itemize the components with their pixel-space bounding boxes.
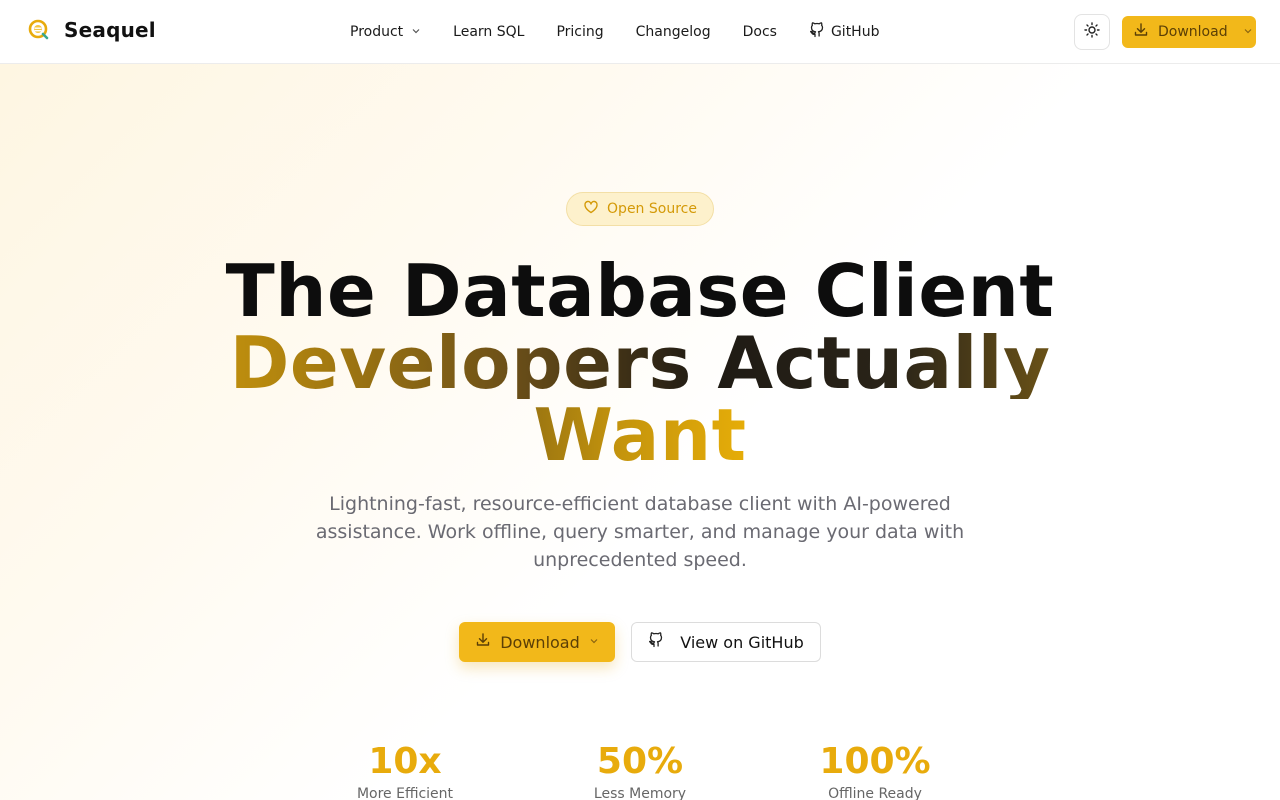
hero-headline: The Database Client Developers Actually … (0, 255, 1280, 471)
hero-subtext: Lightning-fast, resource-efficient datab… (315, 493, 965, 571)
chevron-down-icon (411, 26, 421, 39)
nav-item-label: GitHub (830, 24, 880, 40)
stat-item: 10x More Efficient (305, 740, 505, 800)
nav-item-product[interactable]: Product (334, 16, 437, 48)
nav-item-pricing[interactable]: Pricing (540, 16, 619, 48)
chevron-down-icon (589, 636, 599, 649)
stat-value: 50% (596, 741, 684, 782)
nav-item-label: Product (350, 24, 404, 40)
headline-line-1: The Database Client (225, 249, 1055, 333)
stat-label: Less Memory (593, 786, 687, 800)
nav-item-github[interactable]: GitHub (793, 14, 896, 50)
download-label: Download (500, 632, 580, 652)
header-download-label: Download (1158, 24, 1228, 40)
view-on-github-button[interactable]: View on GitHub (631, 622, 821, 662)
nav-item-learn-sql[interactable]: Learn SQL (437, 16, 540, 48)
stat-item: 50% Less Memory (540, 740, 740, 800)
stat-label: More Efficient (356, 786, 454, 800)
header-download-button[interactable]: Download (1122, 16, 1256, 48)
site-header: Seaquel Product Learn SQL Pricing Change… (0, 0, 1280, 64)
stat-item: 100% Offline Ready (775, 740, 975, 800)
chevron-down-icon (1243, 26, 1253, 39)
theme-toggle-button[interactable] (1074, 14, 1110, 50)
nav-item-label: Changelog (635, 24, 711, 40)
download-icon (1133, 22, 1149, 42)
nav-item-label: Pricing (556, 24, 604, 40)
main-nav: Product Learn SQL Pricing Changelog Docs… (334, 0, 895, 64)
cta-row: Download View on GitHub (459, 622, 821, 662)
brand-name: Seaquel (64, 18, 156, 42)
github-icon (648, 632, 664, 652)
github-icon (809, 22, 825, 42)
heart-icon (583, 199, 599, 219)
download-icon (475, 632, 491, 652)
stat-label: Offline Ready (828, 786, 922, 800)
stat-value: 10x (368, 741, 442, 782)
headline-line-2: Developers Actually (0, 327, 1280, 399)
open-source-badge: Open Source (566, 192, 714, 226)
seaquel-logo-icon (28, 18, 50, 42)
nav-item-docs[interactable]: Docs (727, 16, 793, 48)
brand-logo-link[interactable]: Seaquel (28, 18, 156, 42)
sun-icon (1084, 22, 1100, 42)
badge-label: Open Source (607, 201, 697, 217)
download-button[interactable]: Download (459, 622, 615, 662)
headline-line-3: Want (533, 393, 747, 477)
nav-item-changelog[interactable]: Changelog (620, 16, 727, 48)
nav-item-label: Learn SQL (453, 24, 525, 40)
nav-item-label: Docs (742, 24, 777, 40)
stat-value: 100% (819, 741, 931, 782)
view-on-github-label: View on GitHub (680, 632, 804, 652)
